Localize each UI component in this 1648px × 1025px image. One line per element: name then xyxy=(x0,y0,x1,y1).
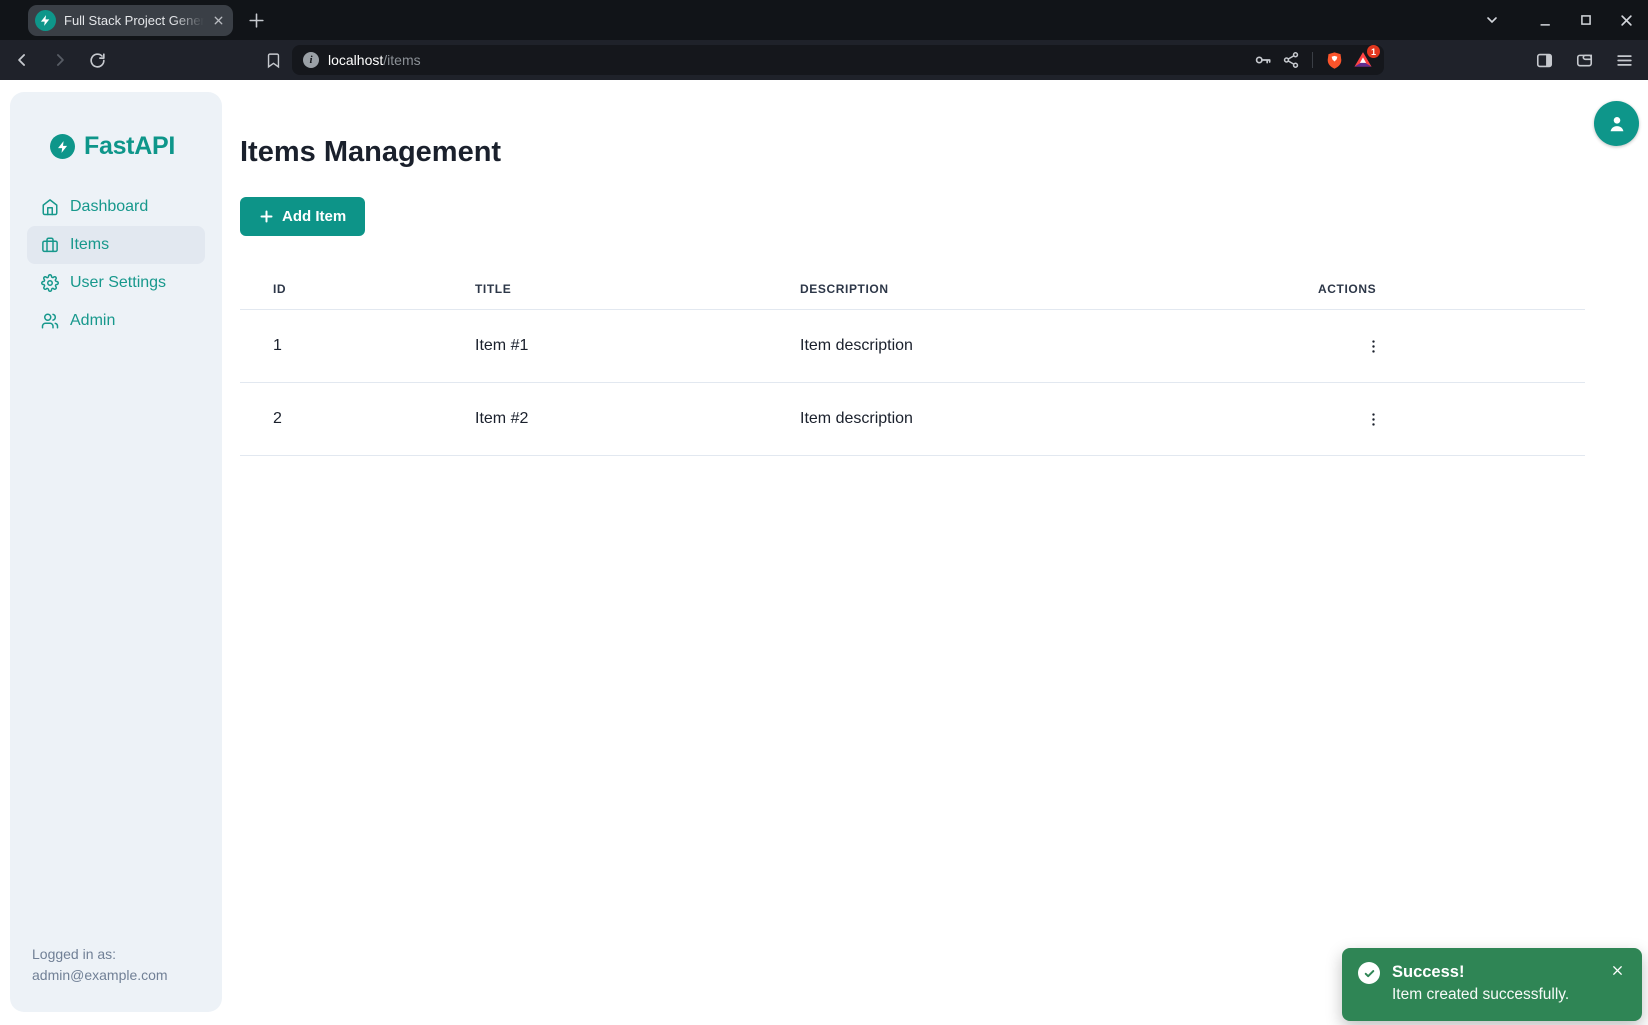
logged-in-label: Logged in as: xyxy=(32,944,168,965)
gear-icon xyxy=(41,274,59,292)
sidebar-item-items[interactable]: Items xyxy=(27,226,205,264)
reload-button-icon[interactable] xyxy=(88,51,107,70)
toast-close-icon[interactable] xyxy=(1610,963,1632,979)
user-avatar-button[interactable] xyxy=(1594,101,1639,146)
toolbar-right xyxy=(1535,51,1636,70)
toast-text: Success! Item created successfully. xyxy=(1392,961,1610,1008)
main-content: Items Management Add Item ID TITLE DESCR… xyxy=(240,80,1585,456)
logo-text: FastAPI xyxy=(84,132,175,161)
column-header-title: TITLE xyxy=(442,268,767,310)
add-item-label: Add Item xyxy=(282,208,346,225)
users-icon xyxy=(41,312,59,330)
table-row: 2 Item #2 Item description xyxy=(240,383,1585,456)
logged-in-email: admin@example.com xyxy=(32,965,168,986)
app-page: FastAPI Dashboard Items User Settings xyxy=(0,80,1648,1025)
success-toast: Success! Item created successfully. xyxy=(1342,948,1642,1021)
sidebar-nav: Dashboard Items User Settings Admin xyxy=(27,188,205,340)
sidebar: FastAPI Dashboard Items User Settings xyxy=(10,92,222,1012)
url-bar[interactable]: i localhost/items 1 xyxy=(292,45,1384,75)
cell-id: 1 xyxy=(240,310,442,383)
browser-tab-bar: Full Stack Project Genera xyxy=(0,0,1648,40)
chevron-down-icon[interactable] xyxy=(1484,12,1500,28)
cell-description: Item description xyxy=(767,383,1285,456)
home-icon xyxy=(41,198,59,216)
site-info-icon[interactable]: i xyxy=(303,52,319,68)
rewards-badge: 1 xyxy=(1367,45,1380,58)
column-header-actions: ACTIONS xyxy=(1285,268,1585,310)
wallet-icon[interactable] xyxy=(1575,51,1594,70)
sidebar-item-admin[interactable]: Admin xyxy=(27,302,205,340)
share-icon[interactable] xyxy=(1282,51,1300,69)
hamburger-menu-icon[interactable] xyxy=(1615,51,1634,70)
sidebar-footer: Logged in as: admin@example.com xyxy=(32,944,168,986)
toast-title: Success! xyxy=(1392,961,1610,983)
sidebar-item-label: User Settings xyxy=(70,274,166,292)
browser-nav-bar: i localhost/items 1 xyxy=(0,40,1648,80)
check-circle-icon xyxy=(1358,962,1380,984)
sidebar-item-user-settings[interactable]: User Settings xyxy=(27,264,205,302)
cell-title: Item #1 xyxy=(442,310,767,383)
user-avatar-icon xyxy=(1605,112,1629,136)
toast-message: Item created successfully. xyxy=(1392,983,1610,1007)
tab-title: Full Stack Project Genera xyxy=(64,13,204,28)
divider xyxy=(1312,52,1313,68)
minimize-icon[interactable] xyxy=(1538,13,1553,28)
table-row: 1 Item #1 Item description xyxy=(240,310,1585,383)
items-table: ID TITLE DESCRIPTION ACTIONS 1 Item #1 I… xyxy=(240,268,1585,456)
back-button-icon[interactable] xyxy=(12,50,32,70)
brave-shield-icon[interactable] xyxy=(1325,51,1344,70)
browser-tab[interactable]: Full Stack Project Genera xyxy=(28,5,233,36)
tab-close-icon[interactable] xyxy=(212,14,225,27)
page-title: Items Management xyxy=(240,136,1585,169)
forward-button-icon[interactable] xyxy=(50,50,70,70)
fastapi-logo[interactable]: FastAPI xyxy=(10,92,222,161)
cell-description: Item description xyxy=(767,310,1285,383)
key-icon[interactable] xyxy=(1253,50,1273,70)
table-header-row: ID TITLE DESCRIPTION ACTIONS xyxy=(240,268,1585,310)
sidebar-item-dashboard[interactable]: Dashboard xyxy=(27,188,205,226)
window-controls xyxy=(1484,12,1648,28)
briefcase-icon xyxy=(41,236,59,254)
plus-icon xyxy=(259,209,274,224)
fastapi-bolt-icon xyxy=(50,134,75,159)
sidebar-item-label: Admin xyxy=(70,312,115,330)
add-item-button[interactable]: Add Item xyxy=(240,197,365,236)
sidebar-toggle-icon[interactable] xyxy=(1535,51,1554,70)
fastapi-favicon-icon xyxy=(35,10,56,31)
bookmark-icon[interactable] xyxy=(265,52,282,69)
url-text: localhost/items xyxy=(328,52,421,68)
sidebar-item-label: Items xyxy=(70,236,109,254)
sidebar-item-label: Dashboard xyxy=(70,198,148,216)
maximize-icon[interactable] xyxy=(1579,13,1593,27)
close-window-icon[interactable] xyxy=(1619,13,1634,28)
cell-id: 2 xyxy=(240,383,442,456)
row-actions-menu-icon[interactable] xyxy=(1360,333,1386,359)
column-header-description: DESCRIPTION xyxy=(767,268,1285,310)
row-actions-menu-icon[interactable] xyxy=(1360,406,1386,432)
bat-rewards-icon[interactable]: 1 xyxy=(1353,50,1373,70)
cell-title: Item #2 xyxy=(442,383,767,456)
column-header-id: ID xyxy=(240,268,442,310)
new-tab-button[interactable] xyxy=(247,11,266,30)
